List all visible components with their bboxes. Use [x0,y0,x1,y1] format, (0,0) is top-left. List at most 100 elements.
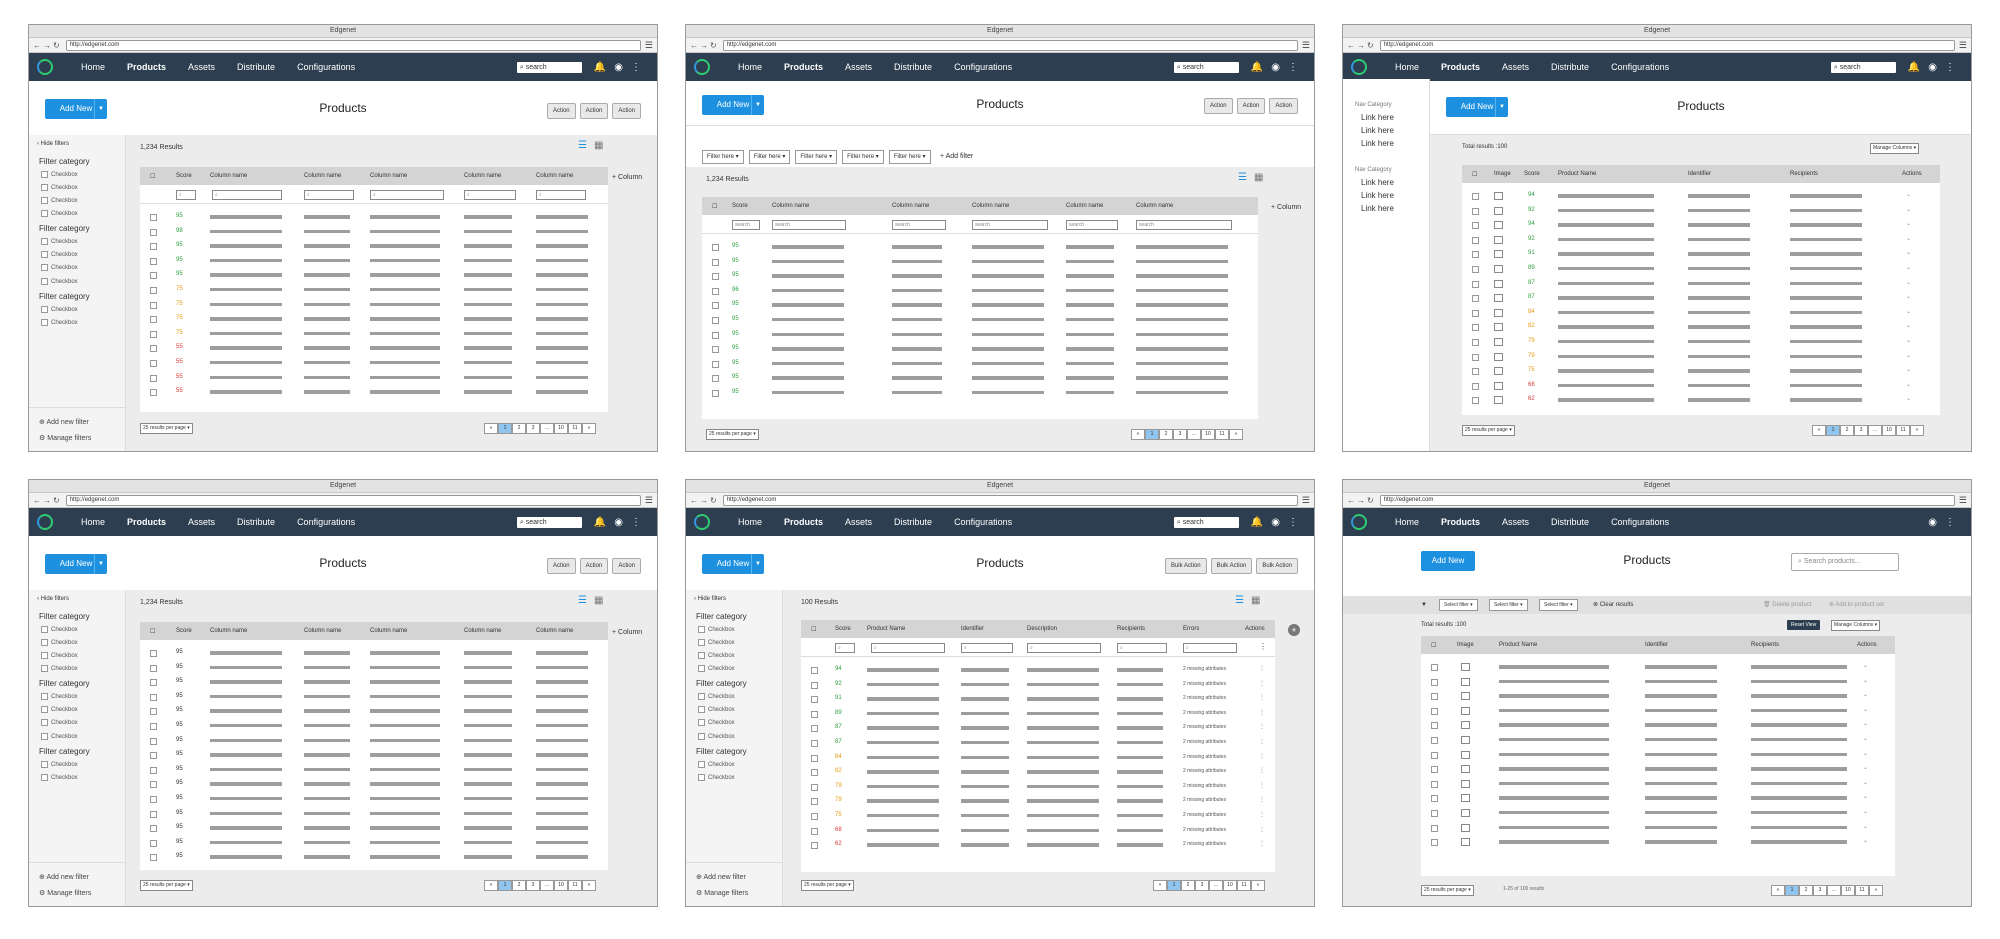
col-actions[interactable]: Actions [1245,626,1265,632]
filter-checkbox[interactable]: Checkbox [29,623,125,636]
more-icon[interactable]: ⋮ [1259,826,1265,833]
page-button[interactable]: 11 [1855,885,1869,896]
select-filter-dropdown[interactable]: Select filter ▾ [1539,599,1578,611]
more-icon[interactable]: ⋮ [631,62,641,73]
filter-checkbox[interactable]: Checkbox [29,275,125,288]
page-button[interactable]: 11 [1237,880,1251,891]
chevron-down-icon[interactable]: ⌄ [1863,764,1868,771]
chevron-down-icon[interactable]: ⌄ [1906,293,1911,300]
table-row[interactable]: 95 [702,313,1258,328]
page-button[interactable]: 11 [568,880,582,891]
row-checkbox[interactable] [1472,353,1479,361]
more-icon[interactable]: ⋮ [1259,767,1265,774]
chevron-down-icon[interactable]: ⌄ [1863,793,1868,800]
bulk-action-button[interactable]: Bulk Action [1164,558,1207,574]
more-icon[interactable]: ⋮ [1259,782,1265,789]
col-recipients[interactable]: Recipients [1751,642,1779,648]
browser-nav-icons[interactable]: ←→↻ [1347,496,1376,505]
add-filter-button[interactable]: ⊕ Add new filter [39,414,115,430]
filter-checkbox[interactable]: Checkbox [29,194,125,207]
table-row[interactable]: 98 [140,225,608,240]
nav-distribute[interactable]: Distribute [237,62,275,72]
col-name[interactable]: Column name [1066,203,1103,209]
table-row[interactable]: 55 [140,385,608,400]
table-row[interactable]: 89 2 missing attributes ⋮ [801,707,1275,722]
select-all-checkbox[interactable]: ☐ [811,626,816,633]
grid-view-icon[interactable]: ▦ [1251,595,1260,606]
nav-home[interactable]: Home [738,62,762,72]
page-button[interactable]: 2 [1840,425,1854,436]
chevron-down-icon[interactable]: ⌄ [1863,706,1868,713]
page-button[interactable]: « [484,880,498,891]
table-row[interactable]: 55 [140,341,608,356]
col-filter-input[interactable]: search [1066,220,1118,230]
chevron-down-icon[interactable]: ⌄ [1863,691,1868,698]
table-row[interactable]: 95 [140,807,608,822]
table-row[interactable]: 95 [702,328,1258,343]
logo-icon[interactable] [1351,59,1367,75]
page-button[interactable]: 2 [512,423,526,434]
row-checkbox[interactable] [150,650,157,657]
table-row[interactable]: 75 [140,283,608,298]
table-row[interactable]: ⌄ [1421,748,1895,763]
more-icon[interactable]: ⋮ [1945,62,1955,73]
search-input[interactable]: ⌕ search [1830,61,1896,73]
search-input[interactable]: ⌕ search [516,516,582,528]
page-button[interactable]: 2 [512,880,526,891]
table-row[interactable]: ⌄ [1421,718,1895,733]
table-row[interactable]: 94 ⌄ [1462,189,1940,204]
user-icon[interactable]: ◉ [1271,62,1280,73]
add-filter-button[interactable]: + Add filter [940,153,973,160]
row-checkbox[interactable] [150,664,157,672]
nav-home[interactable]: Home [1395,517,1419,527]
chevron-down-icon[interactable]: ⌄ [1906,249,1911,256]
filter-checkbox[interactable]: Checkbox [29,235,125,248]
more-icon[interactable]: ⋮ [1259,680,1265,687]
add-filter-button[interactable]: ⊕ Add new filter [696,869,772,885]
row-checkbox[interactable] [150,374,157,382]
search-input[interactable]: ⌕ search [1173,516,1239,528]
row-checkbox[interactable] [712,331,719,339]
filter-checkbox[interactable]: Checkbox [29,181,125,194]
chevron-down-icon[interactable]: ⌄ [1906,366,1911,373]
table-row[interactable]: 95 [140,821,608,836]
page-button[interactable]: 11 [568,423,582,434]
table-row[interactable]: 95 [702,342,1258,357]
more-icon[interactable]: ⋮ [1259,665,1265,672]
page-button[interactable]: « [1153,880,1167,891]
page-button[interactable]: 1 [1826,425,1840,436]
col-name[interactable]: Column name [464,628,501,634]
url-field[interactable]: http://edgenet.com [65,494,641,506]
add-column-button[interactable]: + Column [612,629,642,636]
row-checkbox[interactable] [811,798,818,806]
chevron-down-icon[interactable]: ⌄ [1906,264,1911,271]
table-row[interactable]: 75 [140,312,608,327]
page-button[interactable]: 1 [498,423,512,434]
table-row[interactable]: 75 ⌄ [1462,364,1940,379]
row-checkbox[interactable] [712,302,719,310]
nav-home[interactable]: Home [738,517,762,527]
nav-home[interactable]: Home [81,517,105,527]
more-icon[interactable]: ⋮ [1259,738,1265,745]
col-name[interactable]: Column name [370,173,407,179]
filter-checkbox[interactable]: Checkbox [686,649,782,662]
table-row[interactable]: 95 [702,240,1258,255]
url-field[interactable]: http://edgenet.com [722,39,1298,51]
menu-icon[interactable]: ☰ [1302,40,1310,51]
nav-configurations[interactable]: Configurations [954,62,1012,72]
row-checkbox[interactable] [1472,280,1479,288]
row-checkbox[interactable] [1431,707,1438,715]
table-row[interactable]: ⌄ [1421,835,1895,850]
row-checkbox[interactable] [150,316,157,324]
select-filter-dropdown[interactable]: Select filter ▾ [1439,599,1478,611]
row-checkbox[interactable] [1431,795,1438,803]
action-button[interactable]: Action [1203,98,1233,114]
manage-filters-button[interactable]: ⚙ Manage filters [39,885,115,901]
filter-checkbox[interactable]: Checkbox [686,662,782,675]
logo-icon[interactable] [37,59,53,75]
nav-home[interactable]: Home [81,62,105,72]
page-button[interactable]: » [582,423,596,434]
row-checkbox[interactable] [1431,736,1438,744]
col-product-name[interactable]: Product Name [1558,171,1596,177]
row-checkbox[interactable] [811,754,818,762]
